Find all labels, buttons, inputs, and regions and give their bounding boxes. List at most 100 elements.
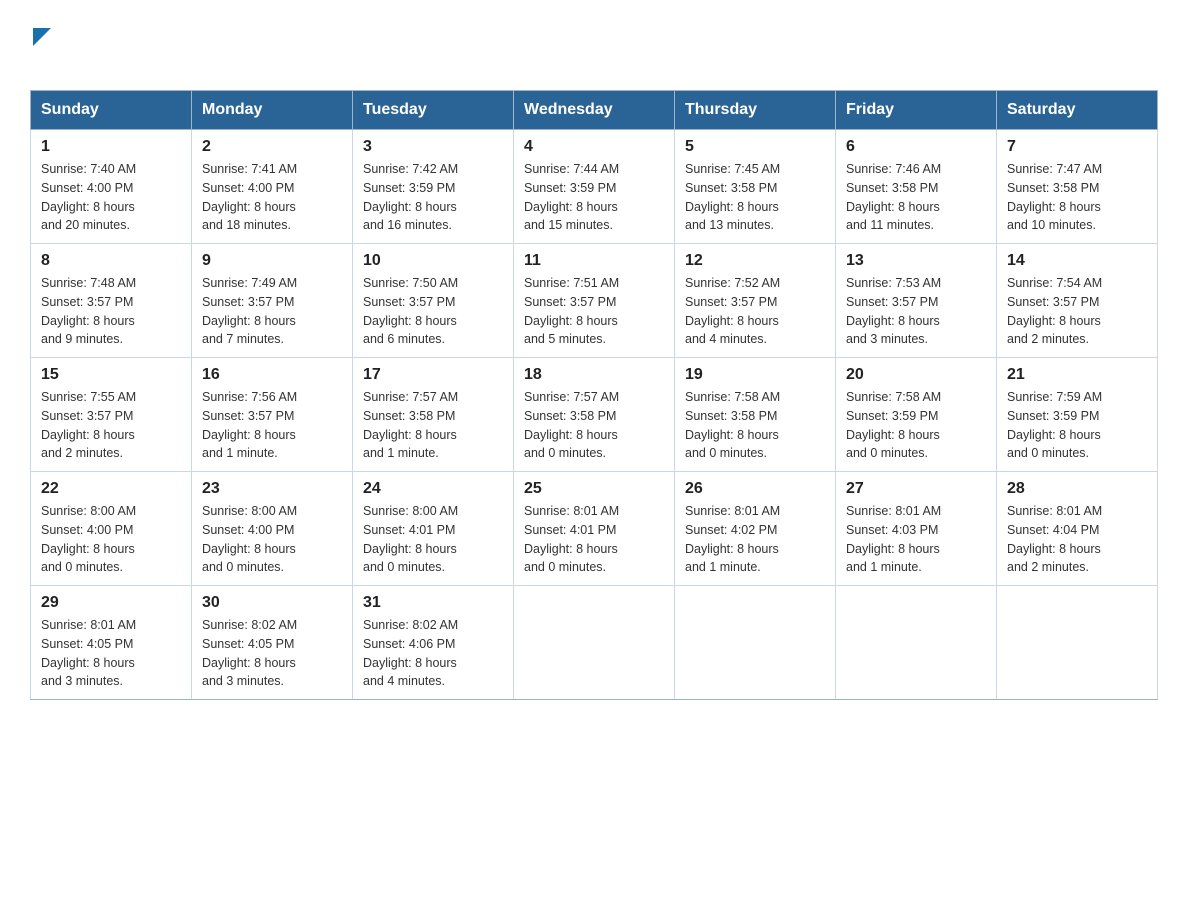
calendar-cell: 11 Sunrise: 7:51 AMSunset: 3:57 PMDaylig… [514, 244, 675, 358]
day-info: Sunrise: 8:00 AMSunset: 4:01 PMDaylight:… [363, 502, 503, 577]
day-number: 24 [363, 480, 503, 498]
day-number: 4 [524, 138, 664, 156]
day-info: Sunrise: 7:58 AMSunset: 3:59 PMDaylight:… [846, 388, 986, 463]
calendar-cell: 19 Sunrise: 7:58 AMSunset: 3:58 PMDaylig… [675, 358, 836, 472]
day-number: 14 [1007, 252, 1147, 270]
calendar-week-row: 15 Sunrise: 7:55 AMSunset: 3:57 PMDaylig… [31, 358, 1158, 472]
day-info: Sunrise: 7:48 AMSunset: 3:57 PMDaylight:… [41, 274, 181, 349]
day-info: Sunrise: 7:40 AMSunset: 4:00 PMDaylight:… [41, 160, 181, 235]
day-info: Sunrise: 8:01 AMSunset: 4:02 PMDaylight:… [685, 502, 825, 577]
day-number: 1 [41, 138, 181, 156]
column-header-friday: Friday [836, 91, 997, 130]
calendar-cell: 23 Sunrise: 8:00 AMSunset: 4:00 PMDaylig… [192, 472, 353, 586]
day-number: 28 [1007, 480, 1147, 498]
day-number: 8 [41, 252, 181, 270]
day-info: Sunrise: 7:52 AMSunset: 3:57 PMDaylight:… [685, 274, 825, 349]
day-info: Sunrise: 7:54 AMSunset: 3:57 PMDaylight:… [1007, 274, 1147, 349]
day-info: Sunrise: 7:57 AMSunset: 3:58 PMDaylight:… [524, 388, 664, 463]
calendar-cell: 16 Sunrise: 7:56 AMSunset: 3:57 PMDaylig… [192, 358, 353, 472]
calendar-cell: 4 Sunrise: 7:44 AMSunset: 3:59 PMDayligh… [514, 130, 675, 244]
day-info: Sunrise: 8:01 AMSunset: 4:05 PMDaylight:… [41, 616, 181, 691]
day-number: 6 [846, 138, 986, 156]
calendar-cell: 3 Sunrise: 7:42 AMSunset: 3:59 PMDayligh… [353, 130, 514, 244]
day-info: Sunrise: 7:42 AMSunset: 3:59 PMDaylight:… [363, 160, 503, 235]
calendar-cell [836, 586, 997, 700]
calendar-cell: 8 Sunrise: 7:48 AMSunset: 3:57 PMDayligh… [31, 244, 192, 358]
calendar-cell: 13 Sunrise: 7:53 AMSunset: 3:57 PMDaylig… [836, 244, 997, 358]
day-number: 25 [524, 480, 664, 498]
calendar-cell: 26 Sunrise: 8:01 AMSunset: 4:02 PMDaylig… [675, 472, 836, 586]
day-number: 21 [1007, 366, 1147, 384]
day-number: 26 [685, 480, 825, 498]
day-number: 31 [363, 594, 503, 612]
day-number: 19 [685, 366, 825, 384]
day-number: 3 [363, 138, 503, 156]
day-info: Sunrise: 7:41 AMSunset: 4:00 PMDaylight:… [202, 160, 342, 235]
day-info: Sunrise: 7:53 AMSunset: 3:57 PMDaylight:… [846, 274, 986, 349]
calendar-cell [675, 586, 836, 700]
calendar-cell: 30 Sunrise: 8:02 AMSunset: 4:05 PMDaylig… [192, 586, 353, 700]
day-number: 12 [685, 252, 825, 270]
day-info: Sunrise: 7:44 AMSunset: 3:59 PMDaylight:… [524, 160, 664, 235]
calendar-cell: 17 Sunrise: 7:57 AMSunset: 3:58 PMDaylig… [353, 358, 514, 472]
day-info: Sunrise: 7:51 AMSunset: 3:57 PMDaylight:… [524, 274, 664, 349]
day-info: Sunrise: 8:00 AMSunset: 4:00 PMDaylight:… [202, 502, 342, 577]
calendar-cell [514, 586, 675, 700]
day-number: 15 [41, 366, 181, 384]
calendar-week-row: 29 Sunrise: 8:01 AMSunset: 4:05 PMDaylig… [31, 586, 1158, 700]
calendar-cell: 9 Sunrise: 7:49 AMSunset: 3:57 PMDayligh… [192, 244, 353, 358]
calendar-week-row: 1 Sunrise: 7:40 AMSunset: 4:00 PMDayligh… [31, 130, 1158, 244]
calendar-week-row: 22 Sunrise: 8:00 AMSunset: 4:00 PMDaylig… [31, 472, 1158, 586]
calendar-cell: 29 Sunrise: 8:01 AMSunset: 4:05 PMDaylig… [31, 586, 192, 700]
day-info: Sunrise: 8:02 AMSunset: 4:05 PMDaylight:… [202, 616, 342, 691]
day-info: Sunrise: 7:58 AMSunset: 3:58 PMDaylight:… [685, 388, 825, 463]
day-number: 2 [202, 138, 342, 156]
calendar-cell: 2 Sunrise: 7:41 AMSunset: 4:00 PMDayligh… [192, 130, 353, 244]
day-info: Sunrise: 7:45 AMSunset: 3:58 PMDaylight:… [685, 160, 825, 235]
calendar-cell: 18 Sunrise: 7:57 AMSunset: 3:58 PMDaylig… [514, 358, 675, 472]
column-header-wednesday: Wednesday [514, 91, 675, 130]
day-number: 9 [202, 252, 342, 270]
calendar-cell: 5 Sunrise: 7:45 AMSunset: 3:58 PMDayligh… [675, 130, 836, 244]
column-header-monday: Monday [192, 91, 353, 130]
day-info: Sunrise: 7:46 AMSunset: 3:58 PMDaylight:… [846, 160, 986, 235]
day-info: Sunrise: 8:00 AMSunset: 4:00 PMDaylight:… [41, 502, 181, 577]
calendar-cell: 15 Sunrise: 7:55 AMSunset: 3:57 PMDaylig… [31, 358, 192, 472]
day-number: 17 [363, 366, 503, 384]
day-number: 30 [202, 594, 342, 612]
day-info: Sunrise: 7:50 AMSunset: 3:57 PMDaylight:… [363, 274, 503, 349]
day-info: Sunrise: 7:55 AMSunset: 3:57 PMDaylight:… [41, 388, 181, 463]
calendar-cell: 28 Sunrise: 8:01 AMSunset: 4:04 PMDaylig… [997, 472, 1158, 586]
calendar-cell: 12 Sunrise: 7:52 AMSunset: 3:57 PMDaylig… [675, 244, 836, 358]
day-number: 20 [846, 366, 986, 384]
calendar-cell: 31 Sunrise: 8:02 AMSunset: 4:06 PMDaylig… [353, 586, 514, 700]
column-header-sunday: Sunday [31, 91, 192, 130]
calendar-cell: 14 Sunrise: 7:54 AMSunset: 3:57 PMDaylig… [997, 244, 1158, 358]
page-header [30, 24, 1158, 74]
day-number: 18 [524, 366, 664, 384]
column-header-saturday: Saturday [997, 91, 1158, 130]
day-number: 11 [524, 252, 664, 270]
day-number: 7 [1007, 138, 1147, 156]
day-number: 10 [363, 252, 503, 270]
day-number: 22 [41, 480, 181, 498]
calendar-cell: 10 Sunrise: 7:50 AMSunset: 3:57 PMDaylig… [353, 244, 514, 358]
day-number: 13 [846, 252, 986, 270]
day-info: Sunrise: 7:49 AMSunset: 3:57 PMDaylight:… [202, 274, 342, 349]
calendar-cell: 22 Sunrise: 8:00 AMSunset: 4:00 PMDaylig… [31, 472, 192, 586]
calendar-table: SundayMondayTuesdayWednesdayThursdayFrid… [30, 90, 1158, 700]
calendar-cell: 20 Sunrise: 7:58 AMSunset: 3:59 PMDaylig… [836, 358, 997, 472]
calendar-cell: 1 Sunrise: 7:40 AMSunset: 4:00 PMDayligh… [31, 130, 192, 244]
day-number: 29 [41, 594, 181, 612]
calendar-cell: 6 Sunrise: 7:46 AMSunset: 3:58 PMDayligh… [836, 130, 997, 244]
calendar-cell [997, 586, 1158, 700]
day-info: Sunrise: 8:01 AMSunset: 4:03 PMDaylight:… [846, 502, 986, 577]
calendar-cell: 27 Sunrise: 8:01 AMSunset: 4:03 PMDaylig… [836, 472, 997, 586]
calendar-week-row: 8 Sunrise: 7:48 AMSunset: 3:57 PMDayligh… [31, 244, 1158, 358]
calendar-cell: 7 Sunrise: 7:47 AMSunset: 3:58 PMDayligh… [997, 130, 1158, 244]
day-info: Sunrise: 8:01 AMSunset: 4:01 PMDaylight:… [524, 502, 664, 577]
day-number: 16 [202, 366, 342, 384]
day-info: Sunrise: 7:56 AMSunset: 3:57 PMDaylight:… [202, 388, 342, 463]
day-number: 5 [685, 138, 825, 156]
day-number: 27 [846, 480, 986, 498]
